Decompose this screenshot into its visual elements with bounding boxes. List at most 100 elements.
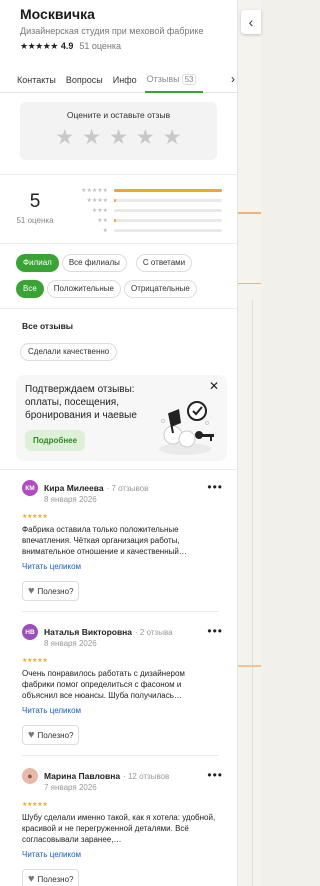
divider [0, 469, 237, 470]
distribution-fill [114, 218, 117, 222]
avatar[interactable]: КМ [22, 480, 38, 496]
rating-stars-icon: ★★★★★ [20, 40, 58, 51]
helpful-label: Полезно? [37, 586, 74, 596]
chip-all[interactable]: Все [16, 280, 44, 298]
rating-distribution: ★★★★★ ★★★★ ★★★ ★★ ★ [70, 185, 230, 243]
review-date: 8 января 2026 [44, 639, 97, 648]
review-stars: ★★★★★ [22, 514, 48, 520]
more-options-icon[interactable]: ••• [207, 480, 223, 494]
distribution-bar [114, 198, 222, 202]
review-card: ● Марина Павловна · 12 отзывов 7 января … [0, 766, 237, 886]
review-text: Шубу сделали именно такой, как я хотела:… [22, 813, 216, 844]
rate-stars: ★ ★ ★ ★ ★ [20, 127, 217, 148]
star-icon[interactable]: ★ [136, 127, 155, 148]
helpful-button[interactable]: ♥ Полезно? [22, 581, 80, 601]
rating-summary-left: 5 51 оценка [0, 185, 70, 243]
chevron-right-icon[interactable]: › [231, 72, 235, 86]
place-subtitle: Дизайнерская студия при меховой фабрике [20, 26, 204, 36]
review-author-count: · 7 отзывов [106, 483, 149, 493]
review-author-count: · 12 отзывов [123, 771, 170, 781]
read-more-link[interactable]: Читать целиком [22, 562, 219, 571]
review-text: Очень понравилось работать с дизайнером … [22, 669, 185, 700]
tab-contacts[interactable]: Контакты [12, 75, 61, 92]
review-author-count: · 2 отзыва [135, 627, 173, 637]
rating-count: 51 оценка [79, 41, 122, 51]
place-panel: Москвичка Дизайнерская студия при мехово… [0, 0, 238, 886]
promo-card: Подтверждаем отзывы: оплаты, посещения, … [16, 375, 227, 461]
review-stars: ★★★★★ [22, 658, 48, 664]
chip-positive[interactable]: Положительные [46, 280, 121, 298]
star-icon[interactable]: ★ [163, 127, 182, 148]
distribution-row: ★★ [70, 215, 230, 225]
map-road [238, 283, 261, 284]
review-date: 7 января 2026 [44, 783, 97, 792]
review-card: КМ Кира Милеева · 7 отзывов 8 января 202… [0, 478, 237, 612]
place-title: Москвичка [20, 6, 95, 22]
star-icon[interactable]: ★ [55, 127, 74, 148]
rate-title: Оцените и оставьте отзыв [66, 110, 171, 120]
distribution-bar [114, 188, 222, 192]
divider [0, 308, 237, 309]
distribution-stars: ★★ [97, 217, 108, 224]
distribution-row: ★ [70, 225, 230, 235]
heart-icon: ♥ [28, 729, 35, 741]
chip-branch[interactable]: Филиал [16, 254, 59, 272]
heart-icon: ♥ [28, 873, 35, 885]
star-icon[interactable]: ★ [109, 127, 128, 148]
collapse-panel-button[interactable]: ‹ [241, 10, 261, 34]
summary-rating: 5 [29, 191, 41, 212]
place-rating[interactable]: ★★★★★ 4.9 51 оценка [20, 39, 217, 53]
star-icon[interactable]: ★ [82, 127, 101, 148]
map-area[interactable] [238, 0, 261, 886]
distribution-row: ★★★ [70, 205, 230, 215]
distribution-bar [114, 228, 222, 232]
review-author[interactable]: Наталья Викторовна [44, 627, 132, 637]
map-road [238, 212, 261, 214]
helpful-button[interactable]: ♥ Полезно? [22, 725, 80, 745]
more-options-icon[interactable]: ••• [207, 624, 223, 638]
distribution-stars: ★ [102, 227, 108, 234]
distribution-stars: ★★★ [91, 207, 108, 214]
rate-box: Оцените и оставьте отзыв ★ ★ ★ ★ ★ [20, 102, 217, 160]
chip-negative[interactable]: Отрицательные [123, 280, 197, 298]
chevron-left-icon: ‹ [248, 14, 254, 30]
review-text: Фабрика оставила только положительные вп… [22, 525, 187, 556]
review-card: НВ Наталья Викторовна · 2 отзыва 8 январ… [0, 622, 237, 756]
more-options-icon[interactable]: ••• [207, 768, 223, 782]
distribution-row: ★★★★★ [70, 185, 230, 195]
tag-chip[interactable]: Сделали качественно [20, 343, 118, 361]
tab-reviews[interactable]: Отзывы 53 [142, 74, 204, 93]
avatar[interactable]: НВ [22, 624, 38, 640]
chip-with-answers[interactable]: С ответами [135, 254, 193, 272]
map-road [252, 300, 253, 886]
tab-questions[interactable]: Вопросы [61, 75, 108, 92]
distribution-row: ★★★★ [70, 195, 230, 205]
promo-more-button[interactable]: Подробнее [25, 430, 86, 451]
tab-reviews-badge: 53 [181, 74, 197, 85]
divider [22, 755, 219, 756]
place-header: Москвичка Дизайнерская студия при мехово… [0, 0, 237, 53]
review-author[interactable]: Марина Павловна [44, 771, 120, 781]
avatar[interactable]: ● [22, 768, 38, 784]
rating-summary: 5 51 оценка ★★★★★ ★★★★ ★★★ ★★ ★ [0, 175, 237, 243]
divider [22, 611, 219, 612]
distribution-fill [114, 198, 117, 202]
filter-chips: Филиал Все филиалы С ответами Все Положи… [0, 254, 237, 298]
map-road [238, 665, 261, 667]
distribution-stars: ★★★★ [86, 197, 108, 204]
distribution-bar [114, 218, 222, 222]
read-more-link[interactable]: Читать целиком [22, 706, 219, 715]
heart-icon: ♥ [28, 585, 35, 597]
chip-all-branches[interactable]: Все филиалы [61, 254, 127, 272]
tab-bar: Контакты Вопросы Инфо Отзывы 53 › [0, 63, 237, 93]
sentiment-filter-row: Все Положительные Отрицательные [16, 280, 221, 298]
read-more-link[interactable]: Читать целиком [22, 850, 219, 859]
helpful-label: Полезно? [37, 730, 74, 740]
promo-text: Подтверждаем отзывы: оплаты, посещения, … [25, 384, 137, 421]
review-stars: ★★★★★ [22, 802, 48, 808]
tab-info[interactable]: Инфо [108, 75, 142, 92]
helpful-button[interactable]: ♥ Полезно? [22, 869, 80, 886]
review-author[interactable]: Кира Милеева [44, 483, 104, 493]
branch-filter-row: Филиал Все филиалы С ответами [16, 254, 221, 272]
person-icon: ● [27, 771, 33, 781]
